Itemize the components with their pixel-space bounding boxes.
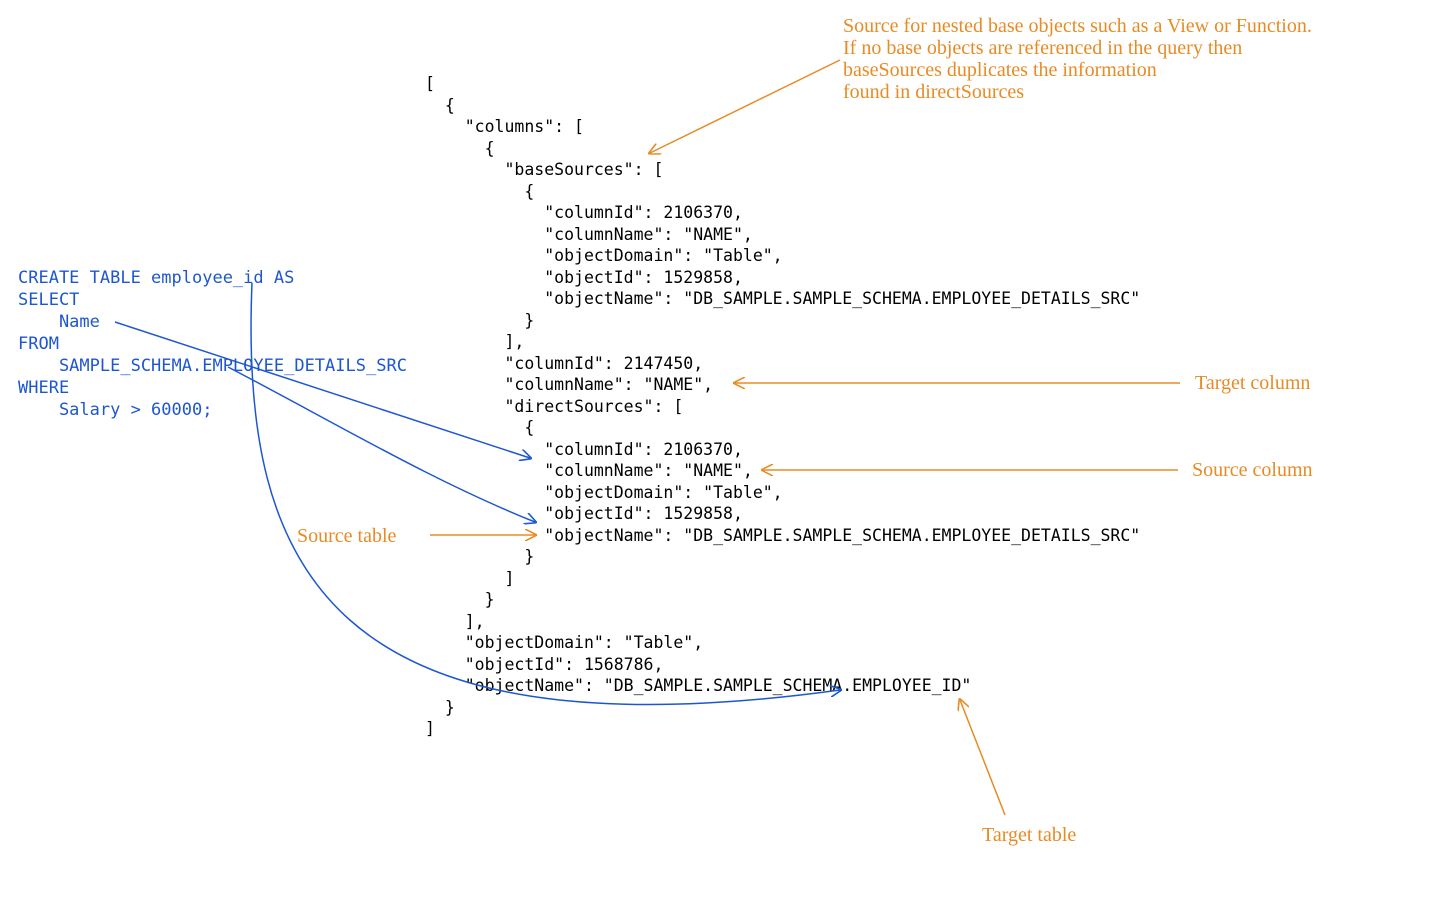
sql-l3: Name	[18, 312, 100, 332]
json-l5: {	[425, 182, 534, 201]
json-l4: "baseSources": [	[425, 160, 663, 179]
json-l29: }	[425, 698, 455, 717]
json-l18: "columnName": "NAME",	[425, 461, 753, 480]
sql-l5: SAMPLE_SCHEMA.EMPLOYEE_DETAILS_SRC	[18, 356, 407, 376]
json-l17: "columnId": 2106370,	[425, 440, 743, 459]
json-l1: {	[425, 96, 455, 115]
sql-l4: FROM	[18, 334, 59, 354]
json-l8: "objectDomain": "Table",	[425, 246, 783, 265]
json-l3: {	[425, 139, 495, 158]
json-l12: ],	[425, 332, 524, 351]
json-l11: }	[425, 311, 534, 330]
json-l26: "objectDomain": "Table",	[425, 633, 703, 652]
json-l2: "columns": [	[425, 117, 584, 136]
json-l0: [	[425, 74, 435, 93]
json-l20: "objectId": 1529858,	[425, 504, 743, 523]
json-l13: "columnId": 2147450,	[425, 354, 703, 373]
json-l6: "columnId": 2106370,	[425, 203, 743, 222]
json-l28: "objectName": "DB_SAMPLE.SAMPLE_SCHEMA.E…	[425, 676, 971, 695]
json-l21: "objectName": "DB_SAMPLE.SAMPLE_SCHEMA.E…	[425, 526, 1140, 545]
json-l23: ]	[425, 569, 514, 588]
json-l15: "directSources": [	[425, 397, 683, 416]
json-l7: "columnName": "NAME",	[425, 225, 753, 244]
sql-snippet: CREATE TABLE employee_id AS SELECT Name …	[18, 267, 407, 421]
note-target-table: Target table	[982, 824, 1076, 846]
sql-l7: Salary > 60000;	[18, 400, 212, 420]
sql-l6: WHERE	[18, 378, 69, 398]
json-l25: ],	[425, 612, 485, 631]
json-l30: ]	[425, 719, 435, 738]
json-l10: "objectName": "DB_SAMPLE.SAMPLE_SCHEMA.E…	[425, 289, 1140, 308]
note-basesources: Source for nested base objects such as a…	[843, 15, 1312, 103]
json-l27: "objectId": 1568786,	[425, 655, 663, 674]
sql-l2: SELECT	[18, 290, 79, 310]
json-l19: "objectDomain": "Table",	[425, 483, 783, 502]
json-l24: }	[425, 590, 495, 609]
json-output: [ { "columns": [ { "baseSources": [ { "c…	[425, 73, 1140, 740]
note-source-column: Source column	[1192, 459, 1313, 481]
note-source-table: Source table	[297, 525, 396, 547]
sql-l1: CREATE TABLE employee_id AS	[18, 268, 294, 288]
json-l14: "columnName": "NAME",	[425, 375, 713, 394]
json-l9: "objectId": 1529858,	[425, 268, 743, 287]
json-l16: {	[425, 418, 534, 437]
note-target-column: Target column	[1195, 372, 1310, 394]
json-l22: }	[425, 547, 534, 566]
